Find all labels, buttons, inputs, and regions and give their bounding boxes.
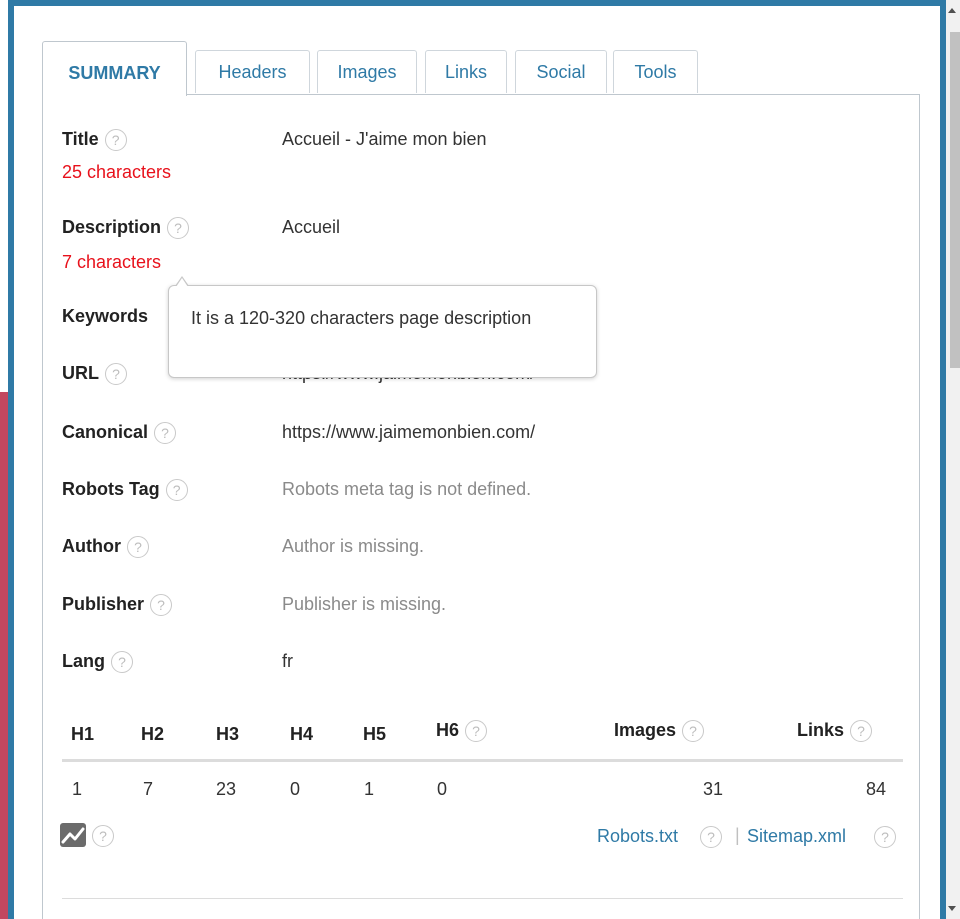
tooltip-caret-fill [176,278,188,287]
col-header-h1: H1 [71,724,95,744]
col-header-h3: H3 [216,724,240,744]
section-divider [62,898,903,899]
count-h6: 0 [437,779,448,799]
count-h5: 1 [364,779,375,799]
help-icon[interactable]: ? [126,536,149,559]
title-label: Title [62,129,99,149]
robots-tag-row-label: Robots Tag? [62,479,188,502]
left-page-edge [0,0,8,919]
count-links: 84 [866,779,887,799]
lang-row-label: Lang? [62,651,133,674]
author-row-label: Author? [62,536,149,559]
robots-tag-value: Robots meta tag is not defined. [282,479,532,499]
url-row-label: URL? [62,363,127,386]
col-header-images: Images? [614,720,705,743]
col-header-links-label: Links [797,720,845,740]
help-icon[interactable]: ? [111,651,133,674]
line-chart-icon[interactable] [60,823,86,847]
description-char-count: 7 characters [62,252,162,272]
col-header-h6-label: H6 [436,720,460,740]
count-h1: 1 [72,779,83,799]
col-header-h5: H5 [363,724,387,744]
robots-txt-link[interactable]: Robots.txt [597,826,678,847]
robots-tag-label: Robots Tag [62,479,160,499]
description-label: Description [62,217,162,237]
count-h2: 7 [143,779,154,799]
vertical-scrollbar[interactable] [946,0,960,919]
tab-images[interactable]: Images [317,50,417,93]
title-value: Accueil - J'aime mon bien [282,129,487,149]
count-h4: 0 [290,779,301,799]
help-icon[interactable]: ? [154,422,177,445]
help-icon[interactable]: ? [105,363,127,386]
author-value: Author is missing. [282,536,425,556]
description-help-tooltip: It is a 120-320 characters page descript… [168,276,597,378]
col-header-links: Links? [797,720,873,743]
canonical-value: https://www.jaimemonbien.com/ [282,422,536,442]
keywords-label: Keywords [62,306,149,326]
publisher-row-label: Publisher? [62,594,173,617]
tab-links[interactable]: Links [425,50,507,93]
help-icon[interactable]: ? [167,217,190,240]
tab-summary[interactable]: SUMMARY [42,41,187,96]
count-h3: 23 [216,779,237,799]
url-label: URL [62,363,99,383]
publisher-value: Publisher is missing. [282,594,447,614]
link-separator: | [735,825,740,845]
table-divider [62,759,903,762]
description-value: Accueil [282,217,341,237]
author-label: Author [62,536,121,556]
col-header-h6: H6? [436,720,488,743]
help-icon[interactable]: ? [104,129,127,152]
help-icon[interactable]: ? [874,826,896,848]
sitemap-xml-link[interactable]: Sitemap.xml [747,826,846,847]
col-header-images-label: Images [614,720,677,740]
tab-social[interactable]: Social [515,50,607,93]
publisher-label: Publisher [62,594,145,614]
scrollbar-thumb[interactable] [950,32,960,368]
col-header-h2: H2 [141,724,165,744]
description-row-label: Description? [62,217,190,240]
keywords-row-label: Keywords [62,306,148,327]
title-char-count: 25 characters [62,162,172,182]
canonical-label: Canonical [62,422,149,442]
help-icon[interactable]: ? [465,720,488,743]
tab-headers[interactable]: Headers [195,50,310,93]
help-icon[interactable]: ? [150,594,173,617]
scroll-up-arrow-icon[interactable] [948,8,956,13]
col-header-h4: H4 [290,724,314,744]
count-images: 31 [703,779,724,799]
tab-tools[interactable]: Tools [613,50,698,93]
help-icon[interactable]: ? [700,826,722,848]
help-icon[interactable]: ? [682,720,705,743]
canonical-row-label: Canonical? [62,422,177,445]
help-icon[interactable]: ? [165,479,188,502]
lang-value: fr [282,651,293,671]
lang-label: Lang [62,651,105,671]
help-icon[interactable]: ? [92,825,114,847]
scroll-down-arrow-icon[interactable] [948,906,956,911]
title-row-label: Title? [62,129,127,152]
help-icon[interactable]: ? [850,720,873,743]
tooltip-text: It is a 120-320 characters page descript… [191,308,532,328]
left-page-accent [0,392,8,919]
